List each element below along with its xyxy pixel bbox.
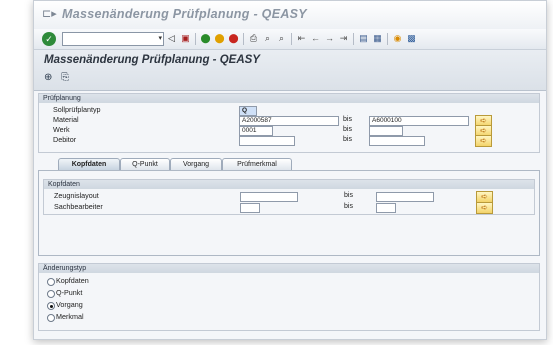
command-field[interactable]: ▾	[62, 32, 164, 46]
selection-row: Sollprüfplantyp Q	[39, 105, 539, 116]
save-icon[interactable]: ▣	[180, 33, 191, 44]
toolbar-separator	[195, 33, 196, 45]
radio-label: Q-Punkt	[56, 288, 83, 297]
zeugnislayout-to-field[interactable]	[376, 192, 434, 202]
enter-icon[interactable]: ✓	[42, 32, 56, 46]
kopfdaten-group: Kopfdaten Zeugnislayout bis ➪ Sachbearbe…	[43, 179, 535, 215]
to-label: bis	[343, 126, 352, 133]
radio-label: Kopfdaten	[56, 276, 89, 285]
to-label: bis	[344, 203, 353, 210]
tab-vorgang[interactable]: Vorgang	[170, 158, 222, 170]
sap-window: ⊏▸ Massenänderung Prüfplanung - QEASY ✓ …	[33, 0, 547, 340]
sachbearbeiter-to-field[interactable]	[376, 203, 396, 213]
find-next-icon[interactable]: ⌕	[276, 33, 287, 44]
prev-page-icon[interactable]: ←	[310, 33, 321, 44]
cancel-icon[interactable]: ⬤	[228, 33, 239, 44]
selection-row: Debitor bis ➪	[39, 135, 539, 147]
group-header: Kopfdaten	[44, 180, 534, 189]
debitor-from-field[interactable]	[239, 136, 295, 146]
field-label: Material	[53, 115, 79, 124]
tab-kopfdaten[interactable]: Kopfdaten	[58, 158, 120, 170]
tab-panel-kopfdaten: Kopfdaten Zeugnislayout bis ➪ Sachbearbe…	[38, 170, 540, 256]
print-icon[interactable]: ⎙	[248, 33, 259, 44]
exit-icon[interactable]: ⬤	[214, 33, 225, 44]
sachbearbeiter-from-field[interactable]	[240, 203, 260, 213]
standard-toolbar: ✓ ▾ ◁ ▣ ⬤ ⬤ ⬤ ⎙ ⌕ ⌕ ⇤ ← → ⇥ ▤ ▦ ◉ ▩	[34, 29, 546, 50]
radio-label: Vorgang	[56, 300, 83, 309]
tab-q-punkt[interactable]: Q-Punkt	[120, 158, 170, 170]
get-variant-icon[interactable]: ⎘	[61, 72, 72, 83]
last-page-icon[interactable]: ⇥	[338, 33, 349, 44]
zeugnislayout-from-field[interactable]	[240, 192, 298, 202]
group-header: Änderungstyp	[39, 264, 539, 273]
application-title-bar: Massenänderung Prüfplanung - QEASY ⊕ ⎘	[34, 50, 546, 91]
find-icon[interactable]: ⌕	[262, 33, 273, 44]
field-label: Zeugnislayout	[54, 191, 99, 200]
window-title-bar: ⊏▸ Massenänderung Prüfplanung - QEASY	[34, 1, 546, 29]
help-icon[interactable]: ◉	[392, 33, 403, 44]
selection-row: Material A2000587 bis A6000100 ➪	[39, 115, 539, 127]
toolbar-separator	[353, 33, 354, 45]
tab-pruefmerkmal[interactable]: Prüfmerkmal	[222, 158, 292, 170]
to-label: bis	[343, 116, 352, 123]
toolbar-separator	[243, 33, 244, 45]
debitor-to-field[interactable]	[369, 136, 425, 146]
field-label: Werk	[53, 125, 70, 134]
field-label: Sollprüfplantyp	[53, 105, 101, 114]
page-title: Massenänderung Prüfplanung - QEASY	[44, 54, 260, 66]
execute-icon[interactable]: ⊕	[44, 72, 55, 83]
new-session-icon[interactable]: ▤	[358, 33, 369, 44]
radio-button[interactable]	[47, 290, 55, 298]
radio-label: Merkmal	[56, 312, 84, 321]
sap-menu-icon[interactable]: ⊏▸	[42, 9, 57, 20]
pruefplanung-group: Prüfplanung Sollprüfplantyp Q Material A…	[38, 93, 540, 153]
radio-button[interactable]	[47, 278, 55, 286]
layout-icon[interactable]: ▩	[406, 33, 417, 44]
chevron-down-icon[interactable]: ▾	[158, 34, 162, 42]
next-page-icon[interactable]: →	[324, 33, 335, 44]
selection-row: Zeugnislayout bis ➪	[44, 191, 534, 203]
toolbar-separator	[291, 33, 292, 45]
field-label: Sachbearbeiter	[54, 202, 103, 211]
radio-button-selected[interactable]	[47, 302, 55, 310]
first-page-icon[interactable]: ⇤	[296, 33, 307, 44]
back-icon[interactable]: ◁	[166, 33, 177, 44]
to-label: bis	[343, 136, 352, 143]
green-back-icon[interactable]: ⬤	[200, 33, 211, 44]
multiple-selection-button[interactable]: ➪	[476, 202, 493, 214]
application-toolbar: ⊕ ⎘	[44, 72, 76, 83]
multiple-selection-button[interactable]: ➪	[475, 135, 492, 147]
group-header: Prüfplanung	[39, 94, 539, 103]
selection-row: Sachbearbeiter bis ➪	[44, 202, 534, 214]
radio-button[interactable]	[47, 314, 55, 322]
shortcut-icon[interactable]: ▦	[372, 33, 383, 44]
aenderungstyp-group: Änderungstyp Kopfdaten Q-Punkt Vorgang M…	[38, 263, 540, 331]
selection-row: Werk 0001 bis ➪	[39, 125, 539, 137]
toolbar-separator	[387, 33, 388, 45]
field-label: Debitor	[53, 135, 77, 144]
to-label: bis	[344, 192, 353, 199]
window-title: Massenänderung Prüfplanung - QEASY	[62, 7, 307, 21]
